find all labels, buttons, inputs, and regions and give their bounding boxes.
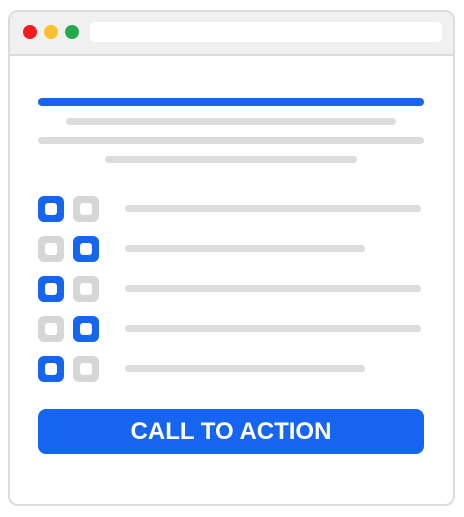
checkbox-left[interactable] xyxy=(38,236,64,262)
checkbox-inner xyxy=(80,243,92,255)
text-placeholder-line xyxy=(66,118,396,125)
row-text-placeholder xyxy=(125,325,421,332)
row-text-placeholder xyxy=(125,205,421,212)
row-text-placeholder xyxy=(125,285,421,292)
checkbox-left[interactable] xyxy=(38,276,64,302)
checkbox-right[interactable] xyxy=(73,276,99,302)
checkbox-inner xyxy=(45,363,57,375)
checkbox-right[interactable] xyxy=(73,356,99,382)
address-bar[interactable] xyxy=(90,22,442,42)
checkbox-inner xyxy=(80,323,92,335)
checkbox-left[interactable] xyxy=(38,196,64,222)
checkbox-right[interactable] xyxy=(73,236,99,262)
checkbox-inner xyxy=(45,283,57,295)
heading-placeholder-line xyxy=(38,98,424,106)
row-text-placeholder xyxy=(125,245,365,252)
checkbox-inner xyxy=(45,203,57,215)
checkbox-right[interactable] xyxy=(73,196,99,222)
row-text-placeholder xyxy=(125,365,365,372)
title-bar xyxy=(10,12,453,56)
checkbox-inner xyxy=(80,283,92,295)
browser-window: CALL TO ACTION xyxy=(8,10,455,506)
checkbox-inner xyxy=(80,363,92,375)
close-window-dot[interactable] xyxy=(23,25,37,39)
checkbox-inner xyxy=(45,323,57,335)
checkbox-left[interactable] xyxy=(38,356,64,382)
checkbox-inner xyxy=(80,203,92,215)
minimize-window-dot[interactable] xyxy=(44,25,58,39)
call-to-action-button[interactable]: CALL TO ACTION xyxy=(38,409,424,454)
checkbox-inner xyxy=(45,243,57,255)
text-placeholder-line xyxy=(105,156,357,163)
checkbox-left[interactable] xyxy=(38,316,64,342)
text-placeholder-line xyxy=(38,137,424,144)
checkbox-right[interactable] xyxy=(73,316,99,342)
maximize-window-dot[interactable] xyxy=(65,25,79,39)
